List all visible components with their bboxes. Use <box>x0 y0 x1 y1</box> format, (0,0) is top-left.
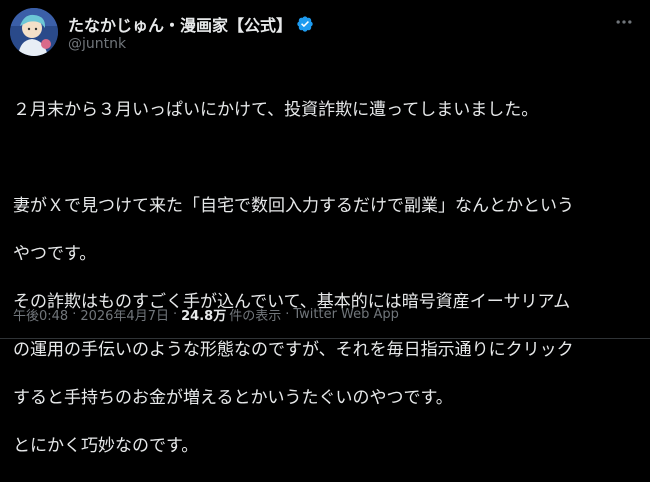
more-options-icon <box>616 20 632 24</box>
tweet-line: すると手持ちのお金が増えるとかいうたぐいのやつです。 <box>13 388 453 408</box>
views-label: 件の表示 <box>229 309 282 324</box>
separator: · <box>285 307 290 322</box>
tweet-line: の運用の手伝いのような形態なのですが、それを毎日指示通りにクリック <box>13 340 574 360</box>
name-row: たなかじゅん・漫画家【公式】 <box>68 12 314 36</box>
tweet-source[interactable]: Twitter Web App <box>293 307 399 322</box>
avatar[interactable] <box>10 8 58 56</box>
display-name[interactable]: たなかじゅん・漫画家【公式】 <box>68 12 292 36</box>
tweet-time[interactable]: 午後0:48 <box>13 305 68 324</box>
tweet-header: たなかじゅん・漫画家【公式】 @juntnk <box>0 0 650 62</box>
tweet-line: ２月末から３月いっぱいにかけて、投資詐欺に遭ってしまいました。 <box>13 100 539 120</box>
separator: · <box>172 307 178 322</box>
user-handle[interactable]: @juntnk <box>68 36 126 52</box>
separator: · <box>72 307 77 322</box>
tweet-meta: 午後0:48 · 2026年4月7日 · 24.8万 件の表示 · Twitte… <box>13 305 399 324</box>
tweet-line: とにかく巧妙なのです。 <box>13 436 199 456</box>
tweet-line: やつです。 <box>13 244 97 264</box>
verified-badge-icon[interactable] <box>296 15 314 33</box>
tweet-line: 妻がＸで見つけて来た「自宅で数回入力するだけで副業」なんとかという <box>13 196 574 216</box>
views-count: 24.8万 <box>181 309 227 324</box>
tweet-date[interactable]: 2026年4月7日 <box>80 305 169 324</box>
tweet-text: ２月末から３月いっぱいにかけて、投資詐欺に遭ってしまいました。 妻がＸで見つけて… <box>13 74 638 482</box>
tweet-line <box>13 146 638 170</box>
more-options-button[interactable] <box>610 10 638 34</box>
